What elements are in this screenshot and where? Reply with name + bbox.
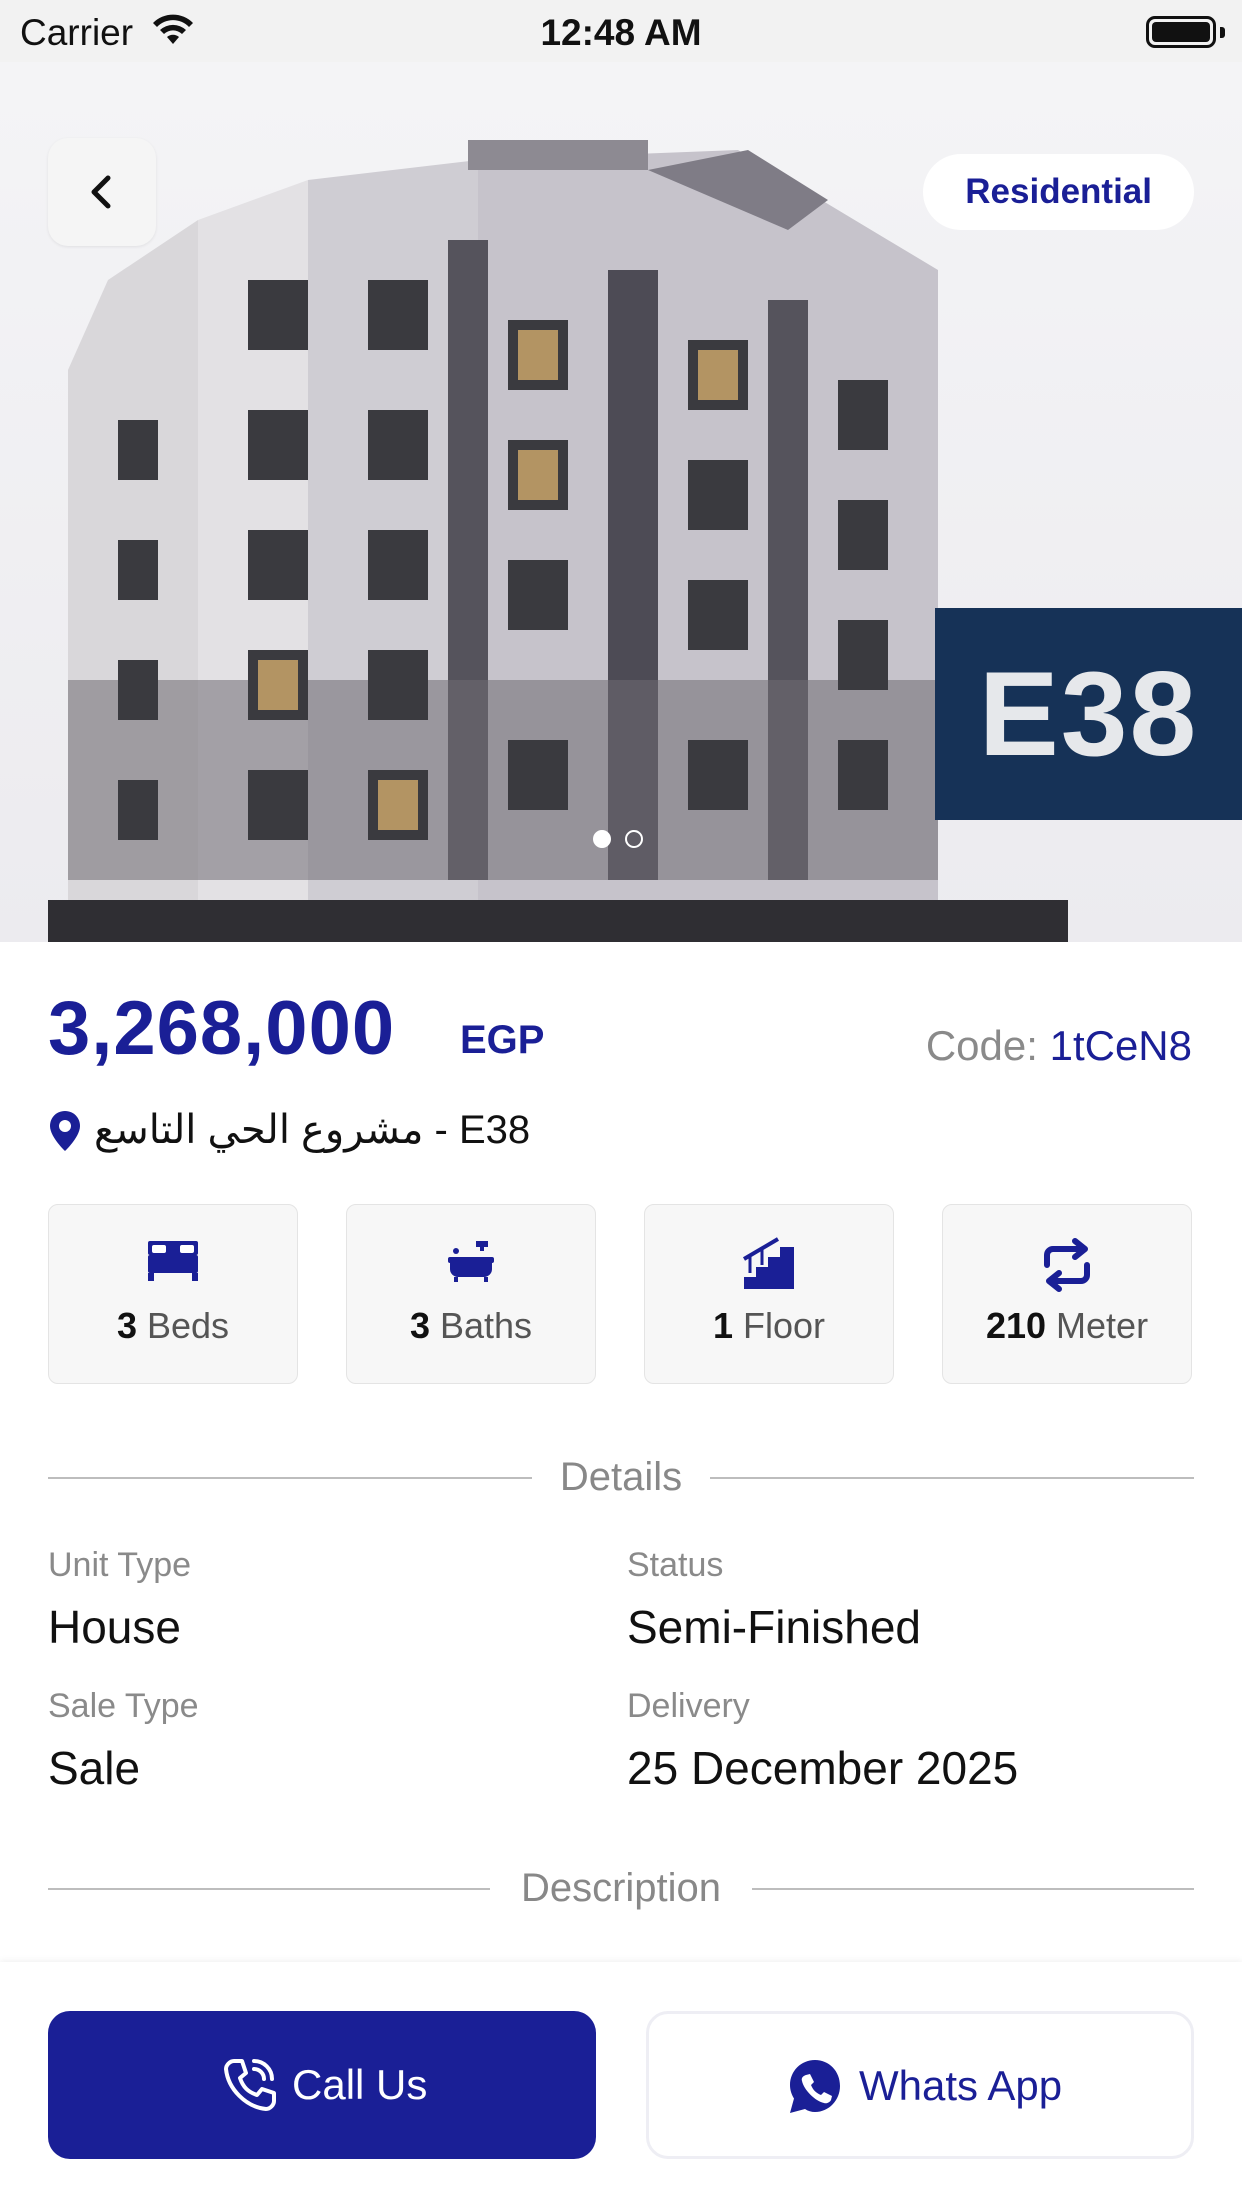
property-image-carousel[interactable]: E38 Residential <box>0 62 1242 942</box>
divider-line <box>752 1888 1194 1890</box>
call-us-button[interactable]: Call Us <box>48 2011 596 2159</box>
battery-tip <box>1220 27 1225 38</box>
beds-count: 3 <box>116 1305 137 1346</box>
price: 3,268,000 <box>48 986 396 1071</box>
status-bar: Carrier 12:48 AM <box>0 0 1242 62</box>
sale-type-value: Sale <box>48 1742 141 1794</box>
carousel-dot[interactable] <box>625 830 643 848</box>
bottom-action-bar: Call Us Whats App <box>0 1962 1242 2208</box>
area-unit: Meter <box>1056 1305 1149 1346</box>
category-badge: Residential <box>923 154 1194 230</box>
bathtub-icon <box>448 1241 494 1282</box>
clock: 12:48 AM <box>540 12 702 53</box>
baths-count: 3 <box>409 1305 430 1346</box>
feature-cards: 3 Beds 3 Baths 1 Floor 210 Meter <box>48 1204 1194 1384</box>
floor-count: 1 <box>712 1305 733 1346</box>
feature-area: 210 Meter <box>942 1204 1192 1384</box>
battery-icon <box>1146 16 1216 48</box>
whatsapp-label: Whats App <box>859 2062 1063 2109</box>
feature-floor: 1 Floor <box>644 1204 894 1384</box>
stairs-icon <box>742 1237 794 1289</box>
sale-type-label: Sale Type <box>48 1687 199 1725</box>
baths-label: Baths <box>439 1305 533 1346</box>
carousel-indicator <box>593 830 657 853</box>
back-button[interactable] <box>48 138 156 246</box>
unit-type-label: Unit Type <box>48 1546 192 1584</box>
status-value: Semi-Finished <box>627 1601 921 1653</box>
carousel-dot-active[interactable] <box>593 830 611 848</box>
beds-label: Beds <box>146 1305 230 1346</box>
floor-label: Floor <box>743 1305 826 1346</box>
delivery-label: Delivery <box>627 1687 750 1725</box>
location-pin-icon <box>50 1111 80 1151</box>
description-divider: Description <box>48 1858 1194 1918</box>
details-divider: Details <box>48 1447 1194 1507</box>
bed-icon <box>148 1241 198 1281</box>
chevron-left-icon <box>91 175 111 209</box>
area-value: 210 <box>985 1305 1047 1346</box>
building-photo <box>48 140 1068 942</box>
divider-line <box>710 1477 1194 1479</box>
phone-icon <box>224 2059 276 2111</box>
code-label: Code: <box>925 1022 1038 1069</box>
feature-beds: 3 Beds <box>48 1204 298 1384</box>
delivery-value: 25 December 2025 <box>627 1742 1019 1794</box>
location-text: مشروع الحي التاسع - E38 <box>94 1108 531 1152</box>
currency: EGP <box>460 1018 545 1062</box>
area-repeat-icon <box>1044 1238 1090 1292</box>
whatsapp-button[interactable]: Whats App <box>646 2011 1194 2159</box>
feature-baths: 3 Baths <box>346 1204 596 1384</box>
code-value: 1tCeN8 <box>1049 1022 1192 1069</box>
call-us-label: Call Us <box>292 2061 428 2108</box>
unit-type-value: House <box>48 1601 181 1653</box>
whatsapp-icon <box>790 2060 840 2113</box>
listing-code: Code: 1tCeN8 <box>926 1022 1192 1070</box>
project-banner-label: E38 <box>978 647 1199 781</box>
status-label: Status <box>627 1546 724 1584</box>
